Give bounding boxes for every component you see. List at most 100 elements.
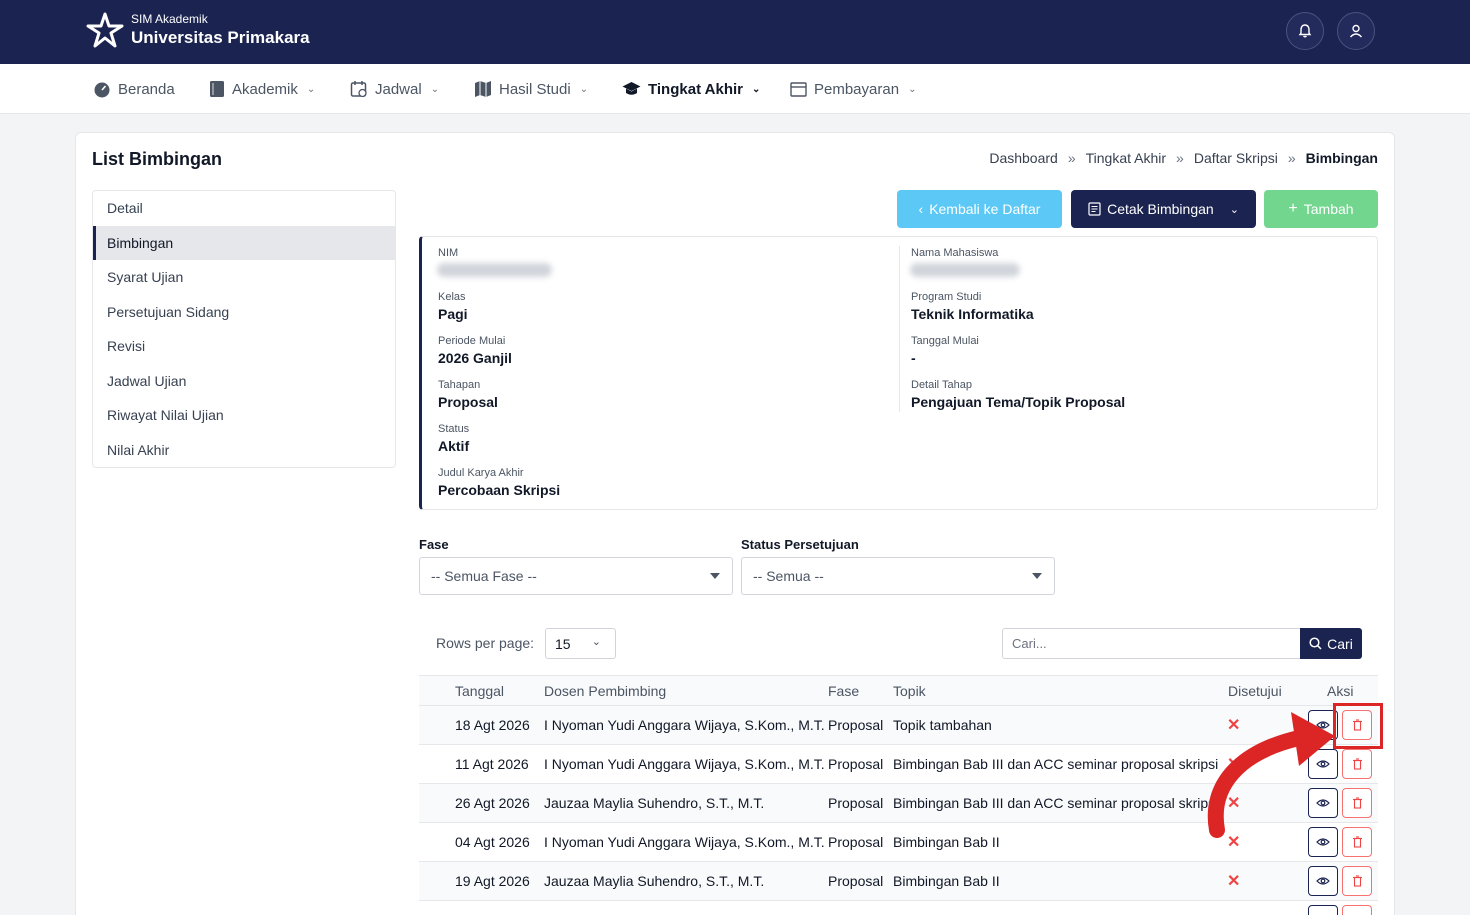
user-icon [1349,24,1363,38]
breadcrumb-tingkat-akhir[interactable]: Tingkat Akhir [1086,150,1166,166]
cell-dosen: I Nyoman Yudi Anggara Wijaya, S.Kom., M.… [544,834,825,850]
prodi-value: Teknik Informatika [911,306,1034,322]
search-button-label: Cari [1327,635,1353,652]
fase-select[interactable]: -- Semua Fase -- [419,557,733,595]
table-row: 19 Agt 2026 Jauzaa Maylia Suhendro, S.T.… [419,862,1378,901]
cell-tanggal: 18 Agt 2026 [455,717,530,733]
status-persetujuan-select[interactable]: -- Semua -- [741,557,1055,595]
not-approved-x-icon: ✕ [1227,873,1241,890]
university-logo-icon[interactable] [86,12,124,50]
side-item-revisi[interactable]: Revisi [93,329,395,364]
status-value: Aktif [438,438,470,454]
delete-button[interactable] [1342,866,1372,896]
th-topik[interactable]: Topik [893,683,926,699]
nama-value-redacted [910,263,1020,277]
nama-label: Nama Mahasiswa [911,247,999,259]
cell-topik: Bimbingan Bab II [893,873,1000,889]
cell-topik: Topik tambahan [893,717,992,733]
trash-icon [1352,758,1362,770]
info-divider [899,246,900,412]
chevron-down-icon: ⌄ [1229,203,1239,216]
side-item-bimbingan[interactable]: Bimbingan [93,225,395,260]
nav-hasil-studi[interactable]: Hasil Studi ⌄ [474,64,588,114]
back-to-list-button[interactable]: ‹ Kembali ke Daftar [897,190,1062,228]
side-item-nilai-akhir[interactable]: Nilai Akhir [93,433,395,468]
tahapan-label: Tahapan [438,379,481,391]
plus-icon: + [1288,200,1298,217]
eye-icon [1316,877,1330,885]
side-item-riwayat-nilai-ujian[interactable]: Riwayat Nilai Ujian [93,398,395,433]
rows-per-page-select[interactable]: 15 ⌄ [545,628,616,659]
judul-label: Judul Karya Akhir [438,467,524,479]
prodi-label: Program Studi [911,291,982,303]
nav-jadwal-label: Jadwal [375,80,422,98]
view-button[interactable] [1308,866,1338,896]
trash-icon [1352,836,1362,848]
cell-dosen: Jauzaa Maylia Suhendro, S.T., M.T. [544,795,765,811]
breadcrumb-dashboard[interactable]: Dashboard [989,150,1058,166]
judul-value: Percobaan Skripsi [438,482,561,498]
rows-per-page-label: Rows per page: [436,635,535,651]
delete-button[interactable] [1342,827,1372,857]
caret-down-icon [1032,573,1042,579]
breadcrumb-separator: » [1287,150,1296,166]
graduation-cap-icon [622,81,641,95]
chevron-down-icon: ⌄ [306,83,316,95]
delete-button[interactable] [1342,788,1372,818]
cell-fase: Proposal [828,873,884,889]
delete-button[interactable] [1342,749,1372,779]
nav-pembayaran[interactable]: Pembayaran ⌄ [790,64,916,114]
detail-tahap-label: Detail Tahap [911,379,972,391]
side-item-detail[interactable]: Detail [93,191,395,226]
nav-tingkat-akhir[interactable]: Tingkat Akhir ⌄ [622,64,760,114]
notification-button[interactable] [1286,12,1324,50]
status-filter-label: Status Persetujuan [741,537,859,552]
side-item-persetujuan-sidang[interactable]: Persetujuan Sidang [93,295,395,330]
th-disetujui[interactable]: Disetujui [1228,683,1282,699]
add-button-label: Tambah [1303,201,1354,217]
side-item-syarat-ujian[interactable]: Syarat Ujian [93,260,395,295]
periode-label: Periode Mulai [438,335,506,347]
nav-akademik-label: Akademik [232,80,298,98]
nav-beranda[interactable]: Beranda [93,64,175,114]
chevron-down-icon: ⌄ [752,83,761,95]
breadcrumb: Dashboard » Tingkat Akhir » Daftar Skrip… [989,150,1378,166]
side-item-jadwal-ujian[interactable]: Jadwal Ujian [93,364,395,399]
nim-label: NIM [438,247,459,259]
tanggal-mulai-value: - [911,350,916,366]
search-input[interactable]: Cari... [1002,628,1301,659]
add-button[interactable]: + Tambah [1264,190,1378,228]
cell-topik: Bimbingan Bab III dan ACC seminar propos… [893,795,1219,811]
search-button[interactable]: Cari [1300,628,1362,659]
status-label: Status [438,423,470,435]
cell-topik: Bimbingan Bab II [893,834,1000,850]
map-icon [475,81,491,97]
nav-jadwal[interactable]: Jadwal ⌄ [350,64,439,114]
th-tanggal[interactable]: Tanggal [455,683,504,699]
cell-dosen: Jauzaa Maylia Suhendro, S.T., M.T. [544,873,765,889]
user-menu-button[interactable] [1337,12,1375,50]
wallet-icon [790,81,807,97]
view-button[interactable] [1308,905,1338,915]
book-icon [210,81,224,97]
cell-fase: Proposal [828,834,884,850]
fase-filter-label: Fase [419,537,449,552]
nav-tingkat-akhir-label: Tingkat Akhir [648,80,744,98]
tahapan-value: Proposal [438,394,498,410]
delete-button[interactable] [1342,905,1372,915]
cell-tanggal: 04 Agt 2026 [455,834,530,850]
table-header: Tanggal Dosen Pembimbing Fase Topik Dise… [419,675,1378,706]
th-fase[interactable]: Fase [828,683,859,699]
breadcrumb-current: Bimbingan [1305,150,1378,166]
print-bimbingan-button[interactable]: Cetak Bimbingan ⌄ [1071,190,1256,228]
main-navigation: Beranda Akademik ⌄ Jadwal ⌄ Hasil Studi … [0,64,1470,114]
back-button-label: Kembali ke Daftar [929,201,1041,217]
breadcrumb-daftar-skripsi[interactable]: Daftar Skripsi [1194,150,1278,166]
top-bar: SIM Akademik Universitas Primakara [0,0,1470,64]
status-select-value: -- Semua -- [753,568,824,584]
dashboard-icon [94,82,110,98]
nim-value-redacted [437,263,552,277]
th-dosen[interactable]: Dosen Pembimbing [544,683,666,699]
nav-akademik[interactable]: Akademik ⌄ [209,64,315,114]
cell-fase: Proposal [828,795,884,811]
